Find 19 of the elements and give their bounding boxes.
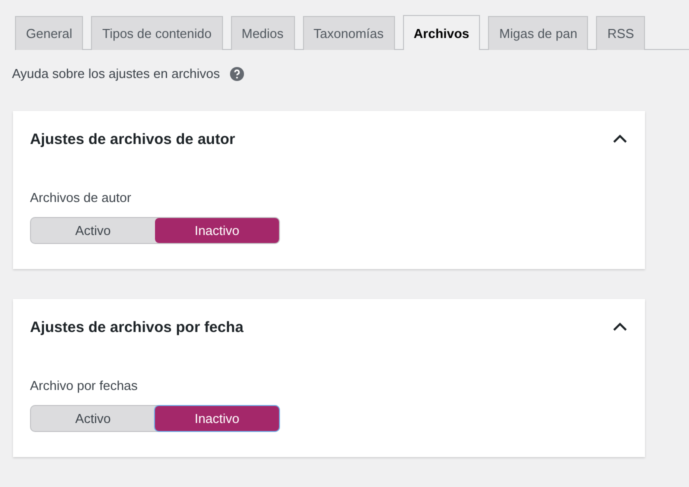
tab[interactable]: Medios — [230, 16, 295, 50]
chevron-icon[interactable] — [613, 322, 627, 332]
chevron-icon[interactable] — [613, 134, 627, 144]
tab[interactable]: RSS — [596, 16, 646, 50]
tab[interactable]: General — [15, 16, 84, 50]
help-text: Ayuda sobre los ajustes en archivos — [12, 66, 220, 81]
tab[interactable]: Archivos — [402, 15, 480, 50]
tab[interactable]: Migas de pan — [488, 16, 588, 50]
tab[interactable]: Taxonomías — [302, 16, 395, 50]
card-title: Ajustes de archivos de autor — [30, 130, 236, 148]
field-label: Archivo por fechas — [30, 378, 138, 393]
toggle-option[interactable]: Inactivo — [155, 218, 279, 243]
toggle-option[interactable]: Activo — [31, 406, 155, 431]
toggle-option[interactable]: Inactivo — [155, 406, 279, 431]
help-icon[interactable] — [230, 66, 244, 80]
field-label: Archivos de autor — [30, 190, 132, 205]
toggle-option[interactable]: Activo — [31, 218, 155, 243]
card-title: Ajustes de archivos por fecha — [30, 318, 244, 336]
tab[interactable]: Tipos de contenido — [91, 16, 223, 50]
